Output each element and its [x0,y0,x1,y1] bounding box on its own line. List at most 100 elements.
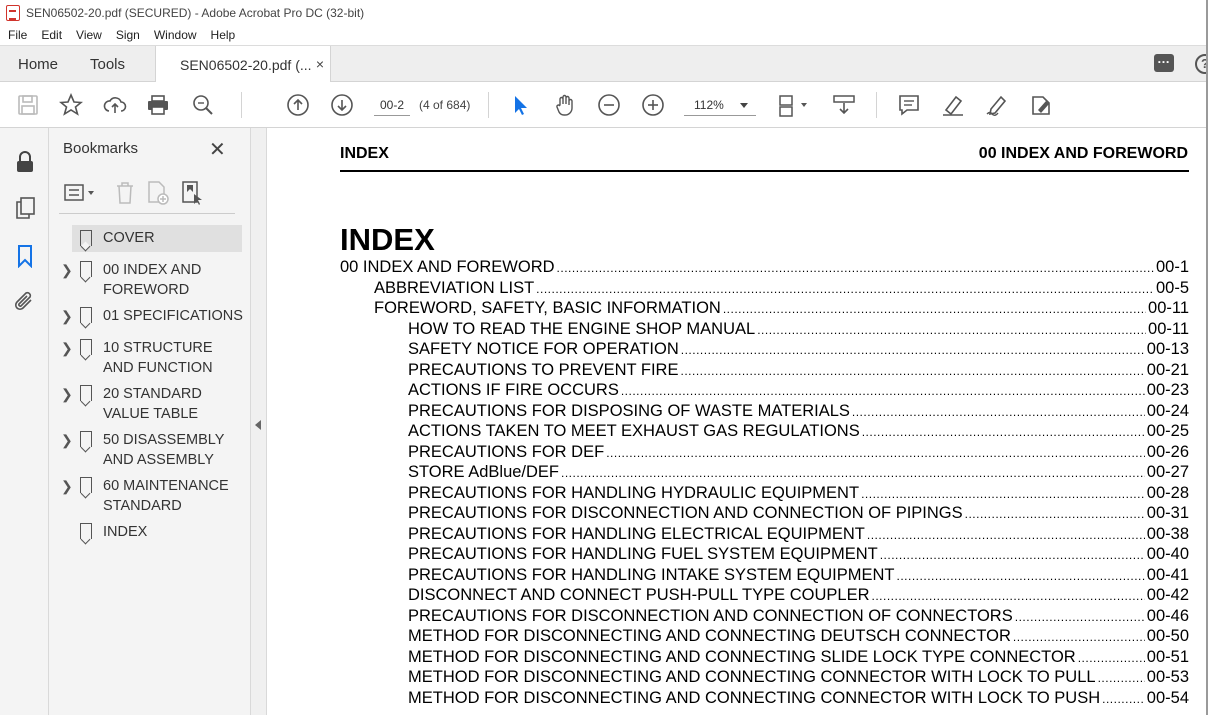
menu-view[interactable]: View [76,28,102,42]
upload-icon[interactable] [103,93,127,117]
tab-bar: Home Tools SEN06502-20.pdf (... × ? [0,45,1208,83]
toc-entry[interactable]: ABBREVIATION LIST 00-5 [374,279,1189,299]
page-number-input[interactable] [374,94,410,116]
bookmark-label: 60 MAINTENANCE STANDARD [103,478,229,514]
toc-entry-page: 00-1 [1155,258,1189,276]
toc-entry-title: METHOD FOR DISCONNECTING AND CONNECTING … [408,668,1096,686]
toc-entry[interactable]: METHOD FOR DISCONNECTING AND CONNECTING … [408,627,1189,647]
save-icon[interactable] [16,93,40,117]
toc-entry[interactable]: FOREWORD, SAFETY, BASIC INFORMATION 00-11 [374,299,1189,319]
cursor-icon[interactable] [509,93,533,117]
close-icon[interactable]: ✕ [209,137,226,162]
menu-window[interactable]: Window [154,28,197,42]
collapse-arrow-icon[interactable] [255,420,261,430]
bookmark-item-index-foreword[interactable]: ❯ 00 INDEX AND FOREWORD [49,260,250,304]
toc-entry-page: 00-26 [1146,442,1189,461]
toc-entry[interactable]: STORE AdBlue/DEF 00-27 [408,463,1189,483]
tab-document[interactable]: SEN06502-20.pdf (... × [155,46,331,83]
page-title: INDEX [340,222,435,257]
toc-entry[interactable]: PRECAUTIONS FOR HANDLING HYDRAULIC EQUIP… [408,484,1189,504]
chevron-right-icon[interactable]: ❯ [61,308,73,325]
toc-entry[interactable]: METHOD FOR DISCONNECTING AND CONNECTING … [408,648,1189,668]
toc-entry[interactable]: PRECAUTIONS FOR HANDLING ELECTRICAL EQUI… [408,525,1189,545]
toc-entry[interactable]: PRECAUTIONS FOR DISPOSING OF WASTE MATER… [408,402,1189,422]
toc-entry[interactable]: PRECAUTIONS FOR DEF 00-26 [408,443,1189,463]
toc-entry-page: 00-50 [1146,627,1189,645]
toc-entry[interactable]: SAFETY NOTICE FOR OPERATION 00-13 [408,340,1189,360]
toc-entry-page: 00-31 [1146,504,1189,522]
toc-entry-title: METHOD FOR DISCONNECTING AND CONNECTING … [408,627,1011,645]
toolbar-separator [241,92,242,118]
chevron-right-icon[interactable]: ❯ [61,340,73,357]
pages-icon[interactable] [13,196,37,220]
star-icon[interactable] [58,92,84,117]
highlight-pen-icon[interactable] [941,93,965,117]
zoom-search-icon[interactable] [191,93,215,117]
header-rule [340,170,1189,172]
zoom-dropdown[interactable]: 112% [684,94,756,116]
bookmark-item-maintenance[interactable]: ❯ 60 MAINTENANCE STANDARD [49,476,250,520]
toc-entry[interactable]: PRECAUTIONS FOR DISCONNECTION AND CONNEC… [408,504,1189,524]
plus-circle-icon[interactable] [641,93,665,117]
page-display-icon[interactable] [777,93,811,117]
chevron-right-icon[interactable]: ❯ [61,386,73,403]
toc-entry[interactable]: PRECAUTIONS FOR DISCONNECTION AND CONNEC… [408,607,1189,627]
bookmark-item-specifications[interactable]: ❯ 01 SPECIFICATIONS [49,306,250,330]
fill-sign-icon[interactable] [1029,93,1053,117]
bookmark-item-standard-value[interactable]: ❯ 20 STANDARD VALUE TABLE [49,384,250,428]
toc-entry[interactable]: ACTIONS IF FIRE OCCURS 00-23 [408,381,1189,401]
sign-pen-icon[interactable] [985,93,1009,117]
toc-entry-title: 00 INDEX AND FOREWORD [340,258,555,276]
printer-icon[interactable] [146,93,170,117]
toc-entry-title: PRECAUTIONS TO PREVENT FIRE [408,360,679,379]
paperclip-icon[interactable] [13,290,37,314]
toc-entry[interactable]: PRECAUTIONS FOR HANDLING INTAKE SYSTEM E… [408,566,1189,586]
toc-entry[interactable]: DISCONNECT AND CONNECT PUSH-PULL TYPE CO… [408,586,1189,606]
toc-entry[interactable]: HOW TO READ THE ENGINE SHOP MANUAL 00-11 [408,320,1189,340]
toc-leader-dots [862,425,1145,439]
bookmark-ribbon-icon[interactable] [13,244,37,269]
chevron-right-icon[interactable]: ❯ [61,478,73,495]
menu-file[interactable]: File [8,28,27,42]
minus-circle-icon[interactable] [597,93,621,117]
toc-entry[interactable]: PRECAUTIONS FOR HANDLING FUEL SYSTEM EQU… [408,545,1189,565]
menu-sign[interactable]: Sign [116,28,140,42]
toc-leader-dots [606,446,1145,460]
toc-entry[interactable]: 00 INDEX AND FOREWORD 00-1 [340,258,1189,278]
close-tab-icon[interactable]: × [316,56,324,72]
menu-help[interactable]: Help [211,28,236,42]
toc-entry-page: 00-46 [1146,606,1189,625]
find-bookmark-icon[interactable] [179,180,205,206]
document-view[interactable]: INDEX 00 INDEX AND FOREWORD INDEX 00 IND… [267,128,1208,715]
arrow-down-icon[interactable] [330,93,354,117]
hand-icon[interactable] [553,93,577,117]
lock-icon[interactable] [13,150,37,174]
tab-tools[interactable]: Tools [90,46,125,82]
toc-entry[interactable]: METHOD FOR DISCONNECTING AND CONNECTING … [408,689,1189,709]
chevron-down-icon [740,103,748,108]
chevron-right-icon[interactable]: ❯ [61,432,73,449]
menu-edit[interactable]: Edit [41,28,62,42]
delete-icon[interactable] [112,180,138,206]
bookmark-label: 10 STRUCTURE AND FUNCTION [103,340,213,376]
scroll-icon[interactable] [832,93,856,117]
panel-splitter[interactable] [250,128,267,715]
toc-leader-dots [1102,692,1145,706]
toc-entry[interactable]: METHOD FOR DISCONNECTING AND CONNECTING … [408,668,1189,688]
bookmark-item-index[interactable]: INDEX [49,522,250,546]
comment-icon[interactable] [897,93,921,117]
arrow-up-icon[interactable] [286,93,310,117]
chevron-right-icon[interactable]: ❯ [61,262,73,279]
tab-home[interactable]: Home [18,46,58,82]
options-menu-icon[interactable] [63,180,99,206]
new-bookmark-icon[interactable] [145,180,171,206]
bookmark-item-structure-function[interactable]: ❯ 10 STRUCTURE AND FUNCTION [49,338,250,382]
menu-bar: File Edit View Sign Window Help [0,25,1208,45]
bookmark-item-cover[interactable]: COVER [72,225,242,252]
comment-icon[interactable] [1154,51,1174,72]
bookmarks-panel: Bookmarks ✕ COVER ❯ 00 INDEX AND FOREWOR… [49,128,250,715]
bookmark-item-disassembly[interactable]: ❯ 50 DISASSEMBLY AND ASSEMBLY [49,430,250,474]
toc-entry[interactable]: ACTIONS TAKEN TO MEET EXHAUST GAS REGULA… [408,422,1189,442]
bookmarks-title: Bookmarks [63,140,139,157]
toc-entry[interactable]: PRECAUTIONS TO PREVENT FIRE 00-21 [408,361,1189,381]
